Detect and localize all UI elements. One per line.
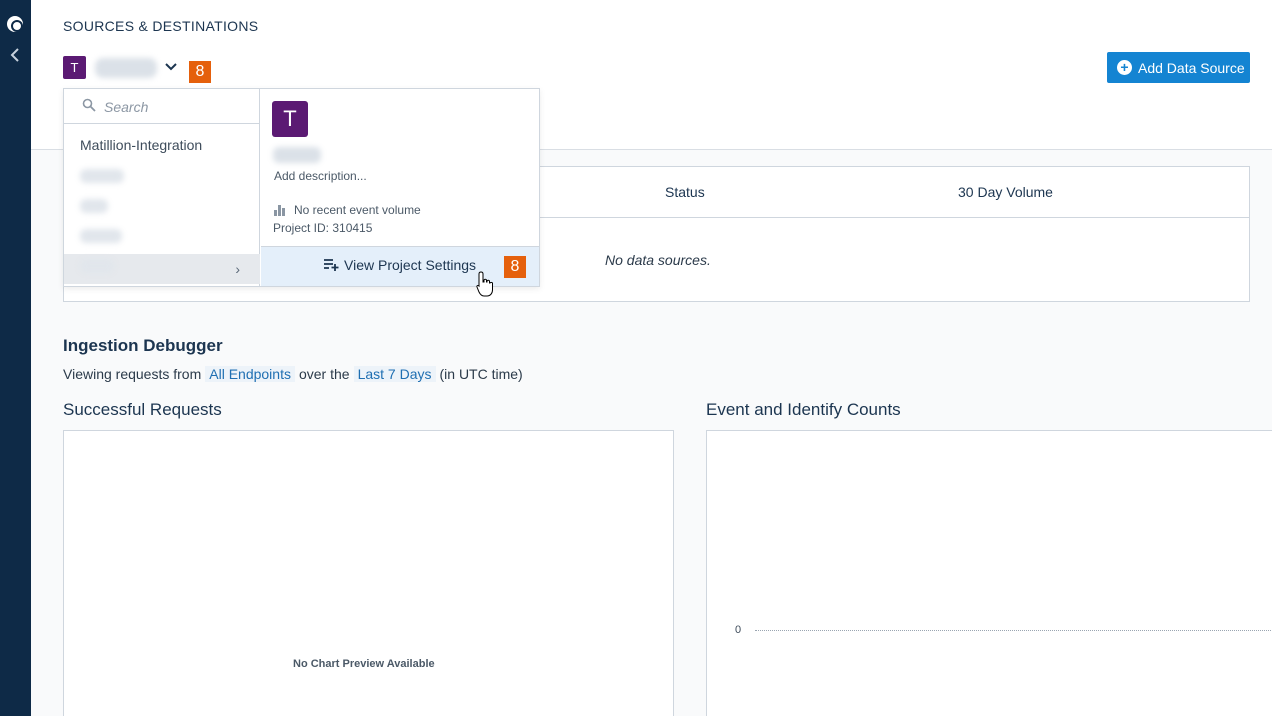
left-rail xyxy=(0,0,31,716)
step-badge: 8 xyxy=(504,256,526,278)
project-name-large xyxy=(273,147,321,163)
endpoints-dropdown[interactable]: All Endpoints xyxy=(205,366,295,382)
project-avatar-large: T xyxy=(272,101,308,137)
view-project-settings-button[interactable]: View Project Settings xyxy=(323,257,476,273)
ingestion-filter-line: Viewing requests from All Endpoints over… xyxy=(63,366,523,382)
chevron-down-icon[interactable] xyxy=(164,58,178,76)
page-eyebrow: SOURCES & DESTINATIONS xyxy=(63,18,259,34)
chevron-left-icon[interactable] xyxy=(9,46,23,64)
project-search xyxy=(64,89,260,124)
project-id: Project ID: 310415 xyxy=(273,221,373,235)
add-description-link[interactable]: Add description... xyxy=(274,169,367,183)
successful-requests-title: Successful Requests xyxy=(63,400,222,419)
project-list: Matillion-Integration › xyxy=(64,134,260,284)
event-volume: No recent event volume xyxy=(274,203,421,217)
event-identify-chart: 0 xyxy=(706,430,1272,716)
search-icon xyxy=(82,98,96,112)
project-dropdown: Matillion-Integration › T Add descriptio… xyxy=(63,88,540,287)
plus-circle-icon: + xyxy=(1117,60,1132,75)
no-chart-preview: No Chart Preview Available xyxy=(293,658,435,670)
add-data-source-button[interactable]: + Add Data Source xyxy=(1107,52,1250,83)
column-30-day-volume: 30 Day Volume xyxy=(958,184,1053,200)
step-badge: 8 xyxy=(189,61,211,83)
project-detail-panel: T Add description... No recent event vol… xyxy=(261,89,539,286)
pointer-cursor-icon xyxy=(476,271,493,297)
successful-requests-chart: No Chart Preview Available xyxy=(63,430,674,716)
zero-baseline xyxy=(755,630,1272,631)
add-data-source-label: Add Data Source xyxy=(1138,59,1245,76)
event-identify-counts-title: Event and Identify Counts xyxy=(706,400,901,419)
y-axis-zero-label: 0 xyxy=(735,624,742,636)
column-status: Status xyxy=(665,184,705,200)
project-avatar[interactable]: T xyxy=(63,56,86,79)
bar-chart-icon xyxy=(274,204,286,216)
chevron-right-icon: › xyxy=(235,261,240,277)
list-item[interactable] xyxy=(64,194,260,224)
search-input[interactable] xyxy=(104,96,244,118)
empty-state: No data sources. xyxy=(605,252,711,268)
project-list-panel: Matillion-Integration › xyxy=(64,89,260,286)
logo-icon[interactable] xyxy=(7,16,23,32)
date-range-dropdown[interactable]: Last 7 Days xyxy=(353,366,436,382)
list-item[interactable] xyxy=(64,164,260,194)
project-name[interactable] xyxy=(95,58,157,78)
list-item[interactable] xyxy=(64,224,260,254)
list-item-selected[interactable]: › xyxy=(64,254,260,284)
project-settings-row: View Project Settings 8 xyxy=(261,246,539,286)
list-item[interactable]: Matillion-Integration xyxy=(64,134,260,164)
ingestion-debugger-title: Ingestion Debugger xyxy=(63,336,223,355)
settings-list-icon xyxy=(324,259,339,271)
